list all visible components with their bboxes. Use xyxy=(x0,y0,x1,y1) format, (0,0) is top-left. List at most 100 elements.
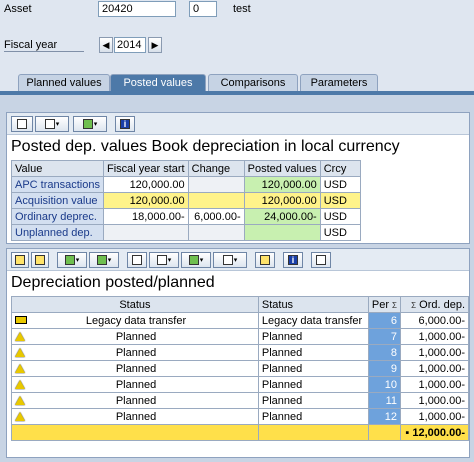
status-cell: Planned xyxy=(11,392,259,409)
col-fiscal-year-start[interactable]: Fiscal year start xyxy=(102,160,189,177)
layout-menu-button[interactable]: ▾ xyxy=(213,252,247,268)
col-currency[interactable]: Crcy xyxy=(319,160,361,177)
total-row[interactable]: ▪ 12,000.00- xyxy=(11,424,469,441)
table-row[interactable]: Legacy data transfer Legacy data transfe… xyxy=(11,312,469,329)
fy-start-cell: 120,000.00 xyxy=(102,176,189,193)
fy-start-cell xyxy=(102,224,189,241)
col-ord-dep[interactable]: Σ Ord. dep. xyxy=(400,296,469,313)
fy-start-cell: 18,000.00- xyxy=(102,208,189,225)
subtotal-menu-button[interactable]: ▾ xyxy=(89,252,119,268)
table-row[interactable]: APC transactions 120,000.00 120,000.00 U… xyxy=(11,176,361,193)
tab-strip: Planned values Posted values Comparisons… xyxy=(0,74,474,92)
status-text: Planned xyxy=(115,410,157,423)
sum-icon: Σ xyxy=(392,300,397,310)
view-icon xyxy=(44,119,55,129)
col-period[interactable]: Per Σ xyxy=(367,296,402,313)
tab-posted-values[interactable]: Posted values xyxy=(110,74,206,92)
tab-content-panel: ▾ ▾ i Posted dep. values Book depreciati… xyxy=(0,95,474,462)
status-cell-2: Planned xyxy=(257,376,369,393)
row-label: Unplanned dep. xyxy=(11,224,104,241)
asset-input[interactable]: 20420 xyxy=(98,1,176,17)
table-row[interactable]: Acquisition value 120,000.00 120,000.00 … xyxy=(11,192,361,209)
status-cell: Planned xyxy=(11,408,259,425)
subnumber-input[interactable]: 0 xyxy=(189,1,217,17)
print-button[interactable] xyxy=(127,252,147,268)
currency-cell: USD xyxy=(319,176,361,193)
posted-values-grid: ▾ ▾ i Posted dep. values Book depreciati… xyxy=(6,112,470,244)
dropdown-arrow-icon: ▾ xyxy=(107,257,112,264)
sort-button[interactable] xyxy=(11,252,29,268)
table-row[interactable]: Unplanned dep. USD xyxy=(11,224,361,241)
section1-title: Posted dep. values Book depreciation in … xyxy=(11,138,400,155)
tab-comparisons[interactable]: Comparisons xyxy=(208,74,298,92)
sort-icon xyxy=(15,255,25,265)
filter-button[interactable] xyxy=(31,252,49,268)
ord-dep-cell: 1,000.00- xyxy=(400,328,469,345)
view-menu-button[interactable]: ▾ xyxy=(149,252,179,268)
arrow-left-icon: ◀ xyxy=(102,40,110,50)
info-button[interactable]: i xyxy=(115,116,135,132)
dropdown-arrow-icon: ▾ xyxy=(93,121,98,128)
info-icon: i xyxy=(288,255,298,265)
table-row[interactable]: Ordinary deprec. 18,000.00- 6,000.00- 24… xyxy=(11,208,361,225)
export-menu-button[interactable]: ▾ xyxy=(73,116,107,132)
grid1-toolbar: ▾ ▾ i xyxy=(7,113,469,135)
row-label: Acquisition value xyxy=(11,192,104,209)
ord-dep-cell: 1,000.00- xyxy=(400,408,469,425)
fiscal-year-input[interactable]: 2014 xyxy=(114,37,146,53)
dropdown-arrow-icon: ▾ xyxy=(167,257,172,264)
tab-planned-values[interactable]: Planned values xyxy=(18,74,110,92)
info-button[interactable]: i xyxy=(283,252,303,268)
posted-cell xyxy=(243,224,321,241)
table-row[interactable]: Planned Planned 7 1,000.00- xyxy=(11,328,469,345)
currency-cell: USD xyxy=(319,224,361,241)
col-value[interactable]: Value xyxy=(11,160,104,177)
col-change[interactable]: Change xyxy=(187,160,245,177)
total-empty-cell xyxy=(367,424,402,441)
col-status-1[interactable]: Status xyxy=(11,296,259,313)
ord-dep-cell: 1,000.00- xyxy=(400,360,469,377)
status-text: Legacy data transfer xyxy=(85,314,187,327)
row-label: APC transactions xyxy=(11,176,104,193)
table-row[interactable]: Planned Planned 9 1,000.00- xyxy=(11,360,469,377)
table-row[interactable]: Planned Planned 10 1,000.00- xyxy=(11,376,469,393)
total-empty-cell xyxy=(11,424,259,441)
info-icon: i xyxy=(120,119,130,129)
period-cell: 8 xyxy=(367,344,402,361)
view-menu-button[interactable]: ▾ xyxy=(35,116,69,132)
table-row[interactable]: Planned Planned 11 1,000.00- xyxy=(11,392,469,409)
total-empty-cell xyxy=(257,424,369,441)
change-cell xyxy=(187,224,245,241)
row-label: Ordinary deprec. xyxy=(11,208,104,225)
status-text: Planned xyxy=(115,362,157,375)
next-year-button[interactable]: ▶ xyxy=(148,37,162,53)
currency-cell: USD xyxy=(319,192,361,209)
graphic-button[interactable] xyxy=(255,252,275,268)
depreciation-grid: ▾ ▾ ▾ ▾ ▾ i Depreciation posted/planned … xyxy=(6,248,470,458)
details-button[interactable] xyxy=(311,252,331,268)
asset-label: Asset xyxy=(4,3,32,15)
print-button[interactable] xyxy=(11,116,33,132)
col-status-2[interactable]: Status xyxy=(257,296,369,313)
status-text: Planned xyxy=(115,378,157,391)
subtotal-icon xyxy=(96,255,107,265)
status-cell-2: Planned xyxy=(257,344,369,361)
export-menu-button[interactable]: ▾ xyxy=(181,252,211,268)
currency-cell: USD xyxy=(319,208,361,225)
posted-cell: 120,000.00 xyxy=(243,192,321,209)
sum-menu-button[interactable]: ▾ xyxy=(57,252,87,268)
period-cell: 6 xyxy=(367,312,402,329)
prev-year-button[interactable]: ◀ xyxy=(99,37,113,53)
sum-icon: Σ xyxy=(411,300,417,310)
table-row[interactable]: Planned Planned 8 1,000.00- xyxy=(11,344,469,361)
posted-cell: 24,000.00- xyxy=(243,208,321,225)
status-cell-2: Planned xyxy=(257,328,369,345)
col-posted-values[interactable]: Posted values xyxy=(243,160,321,177)
section2-title: Depreciation posted/planned xyxy=(11,274,215,291)
col-period-label: Per xyxy=(371,298,389,311)
depreciation-table: Status Status Per Σ Σ Ord. dep. Legacy d… xyxy=(11,296,469,441)
status-text: Planned xyxy=(115,394,157,407)
tab-parameters[interactable]: Parameters xyxy=(300,74,378,92)
ord-dep-cell: 1,000.00- xyxy=(400,344,469,361)
table-row[interactable]: Planned Planned 12 1,000.00- xyxy=(11,408,469,425)
